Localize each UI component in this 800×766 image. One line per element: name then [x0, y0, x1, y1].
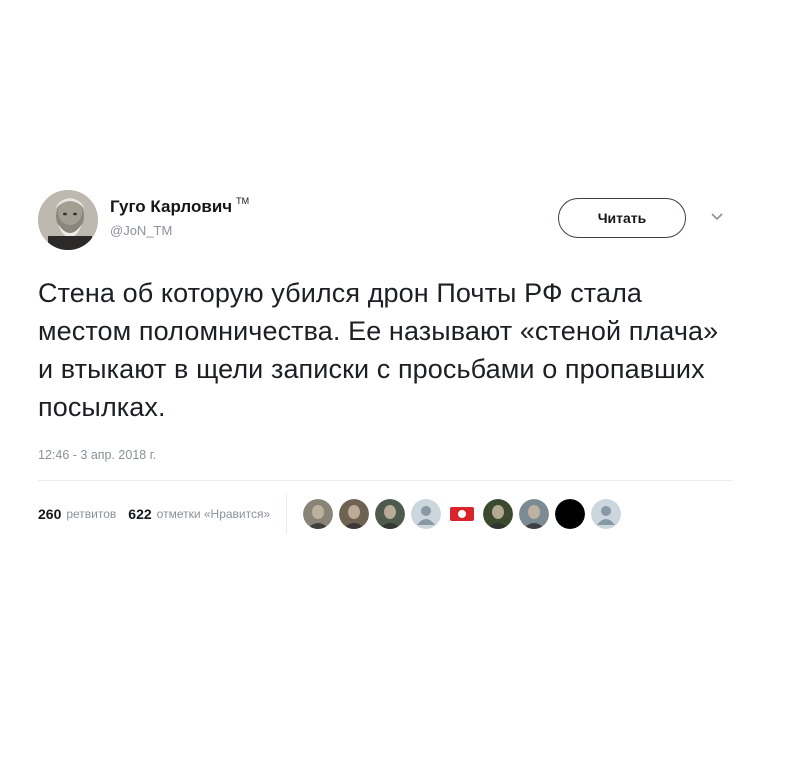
liker-avatar[interactable]: [483, 499, 514, 529]
tweet-header: Гуго Карлович TM @JoN_TM Читать: [38, 190, 738, 254]
follow-button[interactable]: Читать: [558, 198, 686, 238]
likes-count[interactable]: 622: [128, 506, 151, 522]
tweet-card: Гуго Карлович TM @JoN_TM Читать Стена об …: [38, 190, 738, 534]
user-names: Гуго Карлович TM @JoN_TM: [110, 196, 249, 238]
liker-avatar[interactable]: [447, 499, 478, 529]
liker-avatar[interactable]: [591, 499, 622, 529]
likers-avatars: [303, 499, 627, 529]
stats-separator: [286, 494, 288, 534]
liker-avatar[interactable]: [375, 499, 406, 529]
liker-avatar[interactable]: [339, 499, 370, 529]
liker-avatar[interactable]: [303, 499, 334, 529]
display-name-text: Гуго Карлович: [110, 197, 233, 216]
retweets-label[interactable]: ретвитов: [66, 507, 116, 521]
chevron-down-icon[interactable]: [710, 212, 724, 222]
display-name[interactable]: Гуго Карлович TM: [110, 196, 249, 217]
avatar-portrait: [38, 190, 98, 250]
user-handle[interactable]: @JoN_TM: [110, 223, 249, 238]
tweet-timestamp[interactable]: 12:46 - 3 апр. 2018 г.: [38, 448, 156, 462]
tweet-text: Стена об которую убился дрон Почты РФ ст…: [38, 278, 719, 422]
liker-avatar[interactable]: [519, 499, 550, 529]
stats-divider: [38, 480, 732, 481]
user-avatar[interactable]: [38, 190, 98, 250]
likes-label[interactable]: отметки «Нравится»: [157, 507, 271, 521]
tweet-stats: 260 ретвитов 622 отметки «Нравится»: [38, 494, 627, 534]
liker-avatar[interactable]: [555, 499, 586, 529]
retweets-count[interactable]: 260: [38, 506, 61, 522]
liker-avatar[interactable]: [411, 499, 442, 529]
trademark-mark: TM: [236, 196, 250, 206]
